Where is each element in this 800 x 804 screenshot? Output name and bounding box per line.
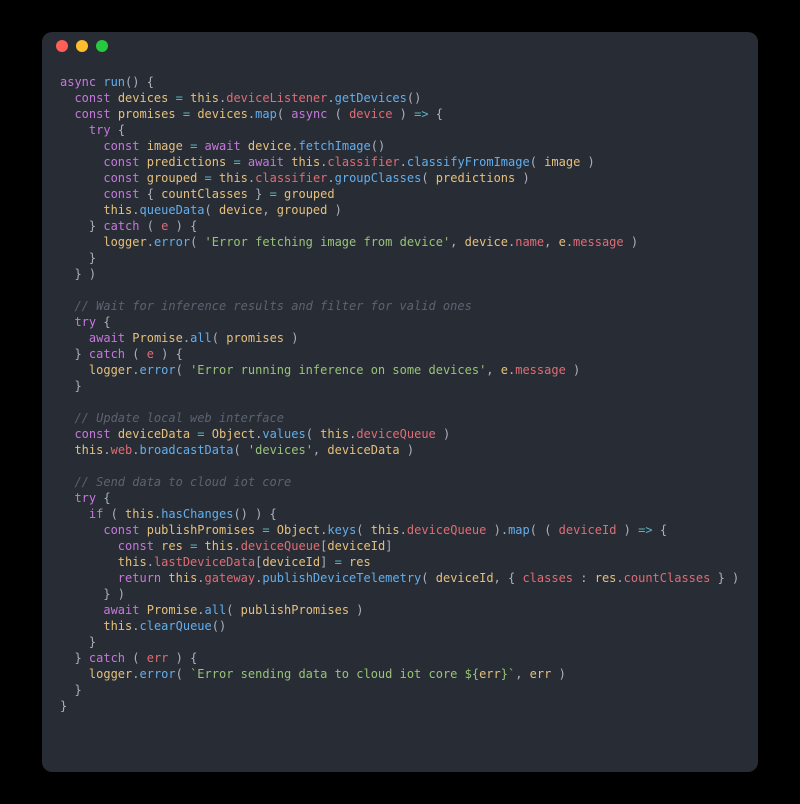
code-line: } [60, 698, 740, 714]
code-line [60, 394, 740, 410]
code-line: } ) [60, 266, 740, 282]
code-line: const image = await device.fetchImage() [60, 138, 740, 154]
code-line: this.queueData( device, grouped ) [60, 202, 740, 218]
code-line: const grouped = this.classifier.groupCla… [60, 170, 740, 186]
code-line: } catch ( e ) { [60, 346, 740, 362]
code-line: try { [60, 122, 740, 138]
code-line [60, 282, 740, 298]
code-line: const predictions = await this.classifie… [60, 154, 740, 170]
code-line: } catch ( err ) { [60, 650, 740, 666]
code-line: this.web.broadcastData( 'devices', devic… [60, 442, 740, 458]
code-line: const res = this.deviceQueue[deviceId] [60, 538, 740, 554]
code-line: const publishPromises = Object.keys( thi… [60, 522, 740, 538]
titlebar [42, 32, 758, 60]
code-line: await Promise.all( promises ) [60, 330, 740, 346]
code-line: await Promise.all( publishPromises ) [60, 602, 740, 618]
code-line: const promises = devices.map( async ( de… [60, 106, 740, 122]
code-line: } [60, 634, 740, 650]
code-window: async run() { const devices = this.devic… [42, 32, 758, 772]
close-icon[interactable] [56, 40, 68, 52]
code-line: try { [60, 314, 740, 330]
code-line: const deviceData = Object.values( this.d… [60, 426, 740, 442]
code-line: } [60, 682, 740, 698]
code-line: logger.error( 'Error fetching image from… [60, 234, 740, 250]
code-content: async run() { const devices = this.devic… [42, 60, 758, 772]
code-line: if ( this.hasChanges() ) { [60, 506, 740, 522]
code-line: } catch ( e ) { [60, 218, 740, 234]
code-line: try { [60, 490, 740, 506]
zoom-icon[interactable] [96, 40, 108, 52]
code-line [60, 458, 740, 474]
code-line: this.clearQueue() [60, 618, 740, 634]
code-line: } [60, 378, 740, 394]
code-line: logger.error( 'Error running inference o… [60, 362, 740, 378]
code-line: const devices = this.deviceListener.getD… [60, 90, 740, 106]
code-line: // Update local web interface [60, 410, 740, 426]
code-line: // Send data to cloud iot core [60, 474, 740, 490]
code-line: } ) [60, 586, 740, 602]
code-line: } [60, 250, 740, 266]
minimize-icon[interactable] [76, 40, 88, 52]
code-line: async run() { [60, 74, 740, 90]
code-line: // Wait for inference results and filter… [60, 298, 740, 314]
code-line: logger.error( `Error sending data to clo… [60, 666, 740, 682]
code-line: const { countClasses } = grouped [60, 186, 740, 202]
code-line: return this.gateway.publishDeviceTelemet… [60, 570, 740, 586]
code-line: this.lastDeviceData[deviceId] = res [60, 554, 740, 570]
